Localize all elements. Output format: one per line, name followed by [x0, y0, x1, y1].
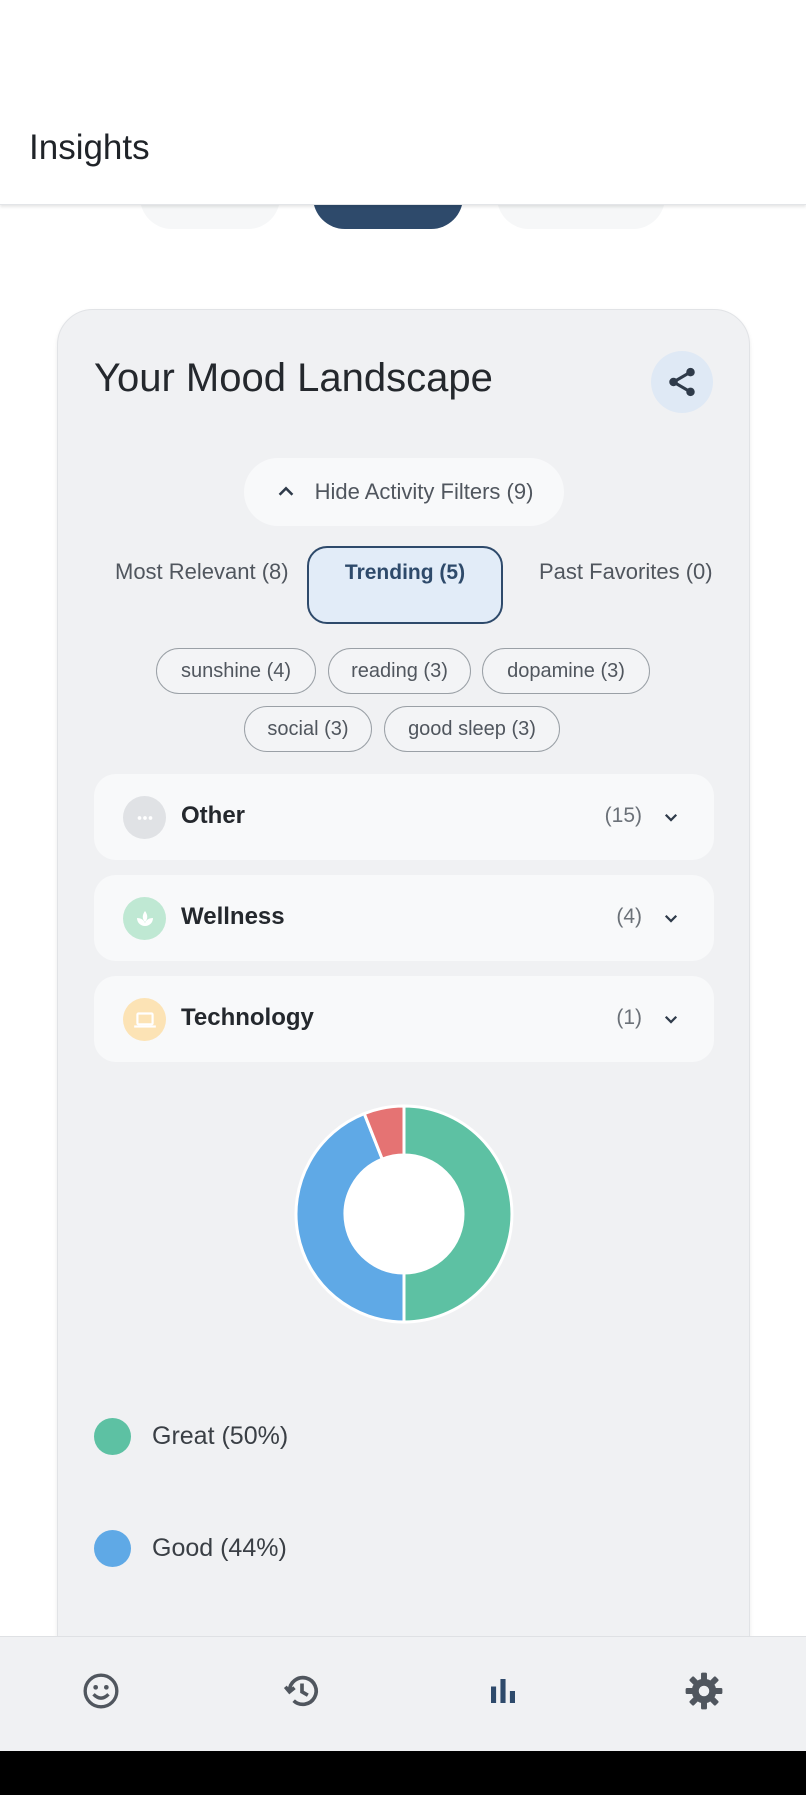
laptop-icon: [123, 998, 166, 1041]
category-count: (4): [616, 905, 642, 928]
history-icon: [283, 1675, 318, 1706]
category-other[interactable]: Other (15): [94, 774, 714, 860]
insights-scroll-area[interactable]: Your Mood Landscape Hide Activity Filter…: [0, 205, 806, 1636]
category-count: (15): [604, 804, 642, 827]
filter-chip-good-sleep[interactable]: good sleep (3): [384, 706, 560, 752]
filter-chip-dopamine[interactable]: dopamine (3): [482, 648, 650, 694]
category-name: Other: [181, 802, 246, 829]
mood-donut-chart: [294, 1104, 514, 1324]
period-tab-peek-selected[interactable]: [313, 205, 463, 229]
card-title: Your Mood Landscape: [94, 356, 493, 400]
segment-past-favorites[interactable]: Past Favorites (0): [539, 546, 729, 624]
mood-icon: [83, 1673, 118, 1708]
more-horiz-icon: [123, 796, 166, 839]
donut-hole: [346, 1156, 462, 1272]
segment-most-relevant[interactable]: Most Relevant (8): [115, 546, 295, 624]
mood-landscape-card: Your Mood Landscape Hide Activity Filter…: [57, 309, 750, 1636]
category-count: (1): [616, 1006, 642, 1029]
legend-label: Great (50%): [152, 1421, 289, 1450]
insights-bar-chart-icon: [490, 1678, 515, 1703]
filter-chip-reading[interactable]: reading (3): [328, 648, 471, 694]
legend-dot: [94, 1529, 131, 1567]
nav-settings[interactable]: [603, 1637, 804, 1752]
chevron-down-icon: [664, 1015, 678, 1024]
legend-item-great: Great (50%): [94, 1416, 288, 1456]
category-wellness[interactable]: Wellness (4): [94, 875, 714, 961]
category-name: Technology: [181, 1004, 314, 1031]
filter-chip-social[interactable]: social (3): [244, 706, 372, 752]
legend-label: Good (44%): [152, 1533, 287, 1562]
share-icon: [669, 367, 695, 397]
filter-toggle-label: Hide Activity Filters (9): [314, 479, 534, 504]
legend-item-good: Good (44%): [94, 1528, 287, 1568]
filter-chip-sunshine[interactable]: sunshine (4): [156, 648, 316, 694]
share-button[interactable]: [651, 351, 713, 413]
page-title: Insights: [29, 128, 150, 167]
app-bar: Insights: [0, 0, 806, 205]
period-tab-peek[interactable]: [497, 205, 665, 229]
nav-history[interactable]: [201, 1637, 402, 1752]
bottom-navigation: [0, 1636, 806, 1751]
chevron-down-icon: [664, 914, 678, 923]
spa-icon: [123, 897, 166, 940]
nav-insights[interactable]: [402, 1637, 603, 1752]
hide-activity-filters-button[interactable]: Hide Activity Filters (9): [244, 458, 564, 526]
nav-mood[interactable]: [0, 1637, 201, 1752]
chevron-down-icon: [664, 813, 678, 822]
category-name: Wellness: [181, 903, 285, 930]
settings-gear-icon: [685, 1672, 722, 1709]
chevron-up-icon: [278, 486, 293, 496]
system-navigation-bar: [0, 1751, 806, 1795]
segment-trending[interactable]: Trending (5): [307, 546, 503, 624]
legend-dot: [94, 1417, 131, 1455]
category-technology[interactable]: Technology (1): [94, 976, 714, 1062]
period-tab-peek[interactable]: [140, 205, 280, 229]
